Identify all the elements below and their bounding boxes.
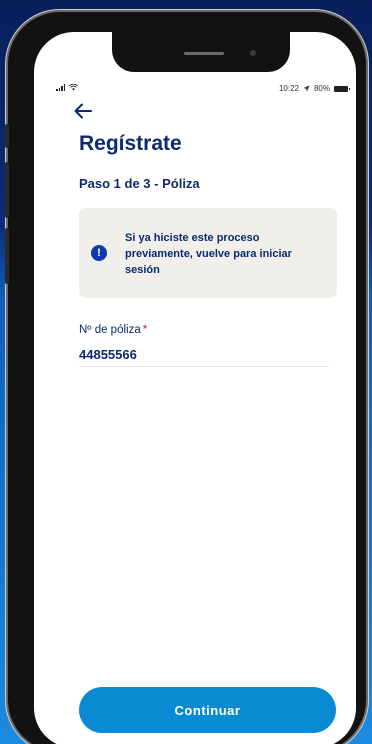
arrow-left-icon	[74, 103, 92, 119]
back-button[interactable]	[72, 100, 96, 122]
mute-switch	[5, 124, 9, 148]
status-time: 10:22	[278, 84, 299, 93]
policy-number-input[interactable]	[79, 342, 329, 367]
policy-number-label: Nº de póliza *	[79, 324, 147, 336]
required-asterisk: *	[142, 324, 148, 336]
policy-number-label-text: Nº de póliza	[79, 324, 141, 336]
notch	[112, 32, 290, 72]
app-screen: 10:22 80% Regístrate Paso 1 de 3 - Póliz…	[34, 32, 356, 744]
wifi-icon	[69, 84, 78, 91]
step-indicator: Paso 1 de 3 - Póliza	[79, 176, 200, 191]
front-camera	[250, 50, 256, 56]
volume-down-button	[5, 228, 9, 284]
volume-up-button	[5, 162, 9, 218]
exclamation-circle-icon: !	[91, 245, 107, 261]
battery-icon	[334, 85, 350, 92]
continue-button[interactable]: Continuar	[79, 687, 336, 733]
page-title: Regístrate	[79, 132, 182, 155]
battery-percent: 80%	[313, 84, 330, 93]
status-bar: 10:22 80%	[34, 84, 356, 96]
info-banner: ! Si ya hiciste este proceso previamente…	[79, 208, 337, 298]
phone-frame: 10:22 80% Regístrate Paso 1 de 3 - Póliz…	[5, 12, 366, 744]
speaker	[184, 52, 224, 55]
location-arrow-icon	[303, 85, 310, 92]
signal-icon	[56, 84, 65, 91]
status-left	[56, 84, 78, 91]
info-banner-text: Si ya hiciste este proceso previamente, …	[125, 232, 292, 276]
status-right: 10:22 80%	[278, 84, 350, 93]
